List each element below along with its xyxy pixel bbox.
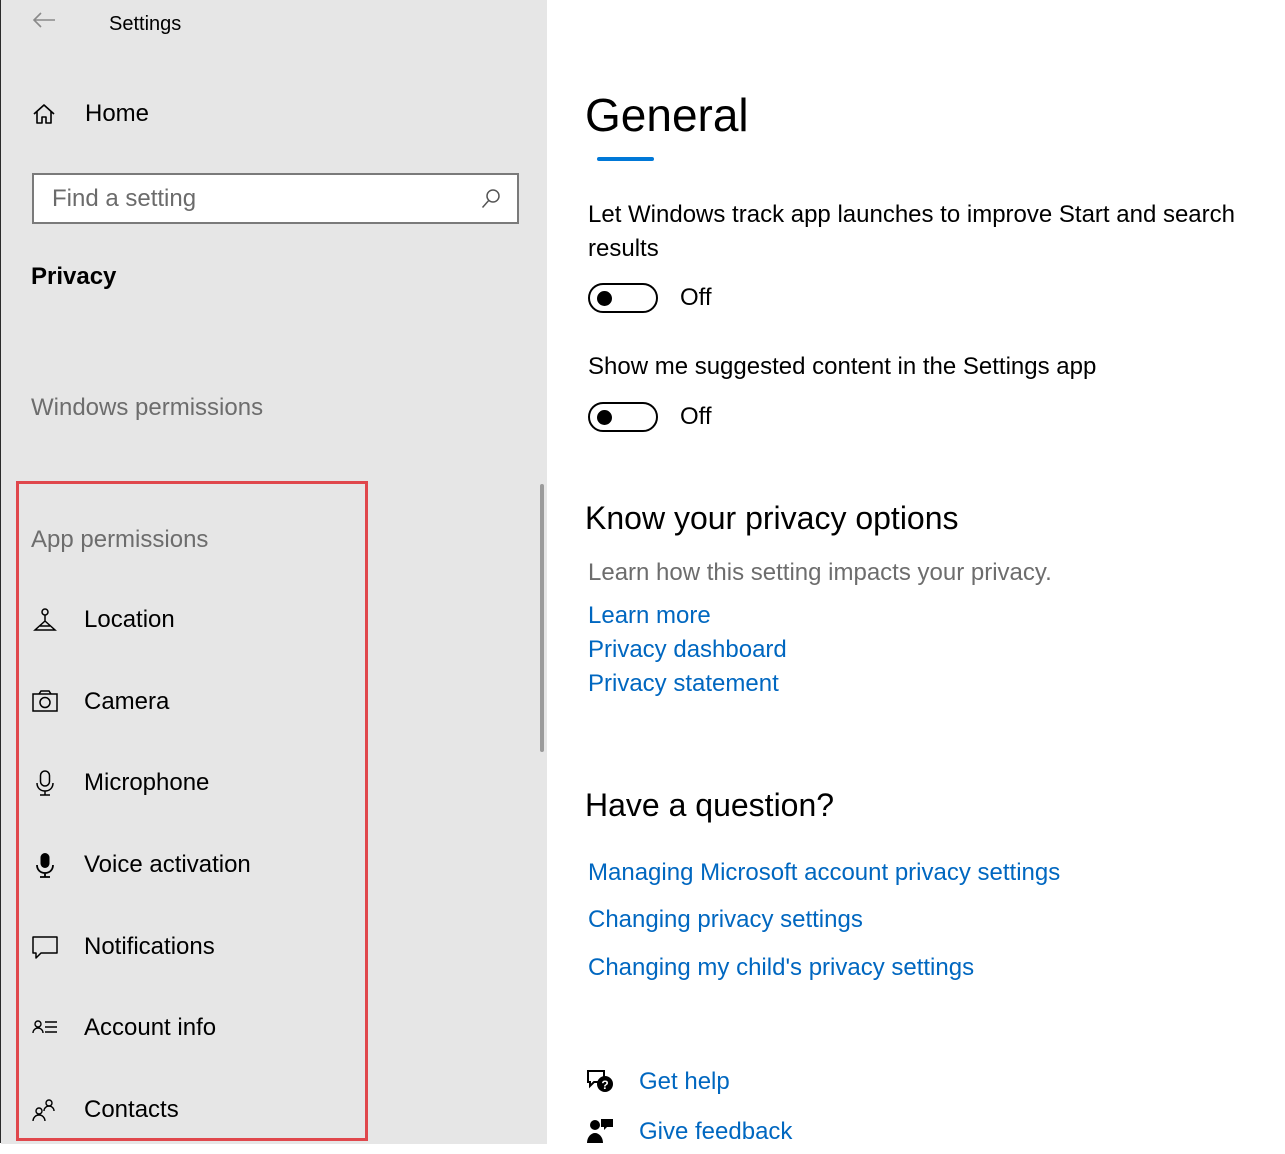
- main-content: General Let Windows track app launches t…: [547, 0, 1285, 1147]
- sidebar: Settings Home Privacy Windows permission…: [1, 0, 547, 1144]
- question-heading: Have a question?: [585, 787, 835, 823]
- app-permissions-label: App permissions: [31, 526, 209, 553]
- privacy-options-description: Learn how this setting impacts your priv…: [588, 559, 1052, 586]
- sidebar-item-notifications[interactable]: Notifications: [31, 927, 215, 967]
- setting-label-track-launches: Let Windows track app launches to improv…: [588, 201, 1235, 262]
- home-nav-item[interactable]: Home: [31, 100, 149, 128]
- location-icon: [31, 606, 59, 634]
- setting-label-suggested-content: Show me suggested content in the Setting…: [588, 353, 1097, 380]
- section-title: Privacy: [31, 263, 117, 290]
- svg-text:?: ?: [601, 1078, 608, 1092]
- account-info-icon: [31, 1014, 59, 1042]
- changing-privacy-settings-link[interactable]: Changing privacy settings: [588, 906, 863, 934]
- windows-permissions-label: Windows permissions: [31, 394, 264, 421]
- child-privacy-settings-link[interactable]: Changing my child's privacy settings: [588, 954, 974, 982]
- toggle-state: Off: [680, 284, 712, 311]
- app-title: Settings: [109, 13, 182, 35]
- sidebar-item-label: Contacts: [84, 1096, 179, 1123]
- toggle-suggested-content[interactable]: Off: [588, 402, 712, 432]
- sidebar-item-label: Location: [84, 606, 175, 633]
- page-title: General: [585, 89, 749, 141]
- search-box[interactable]: [32, 173, 519, 224]
- learn-more-link[interactable]: Learn more: [588, 602, 711, 630]
- sidebar-item-camera[interactable]: Camera: [31, 682, 169, 722]
- sidebar-item-label: Account info: [84, 1014, 217, 1041]
- toggle-switch[interactable]: [588, 283, 658, 313]
- sidebar-item-microphone[interactable]: Microphone: [31, 763, 209, 803]
- get-help-icon: ?: [585, 1067, 617, 1097]
- get-help-link[interactable]: ? Get help: [585, 1067, 730, 1097]
- give-feedback-label: Give feedback: [639, 1118, 793, 1145]
- toggle-state: Off: [680, 403, 712, 430]
- privacy-statement-link[interactable]: Privacy statement: [588, 670, 779, 698]
- search-icon[interactable]: [479, 187, 503, 211]
- sidebar-item-label: Camera: [84, 688, 170, 715]
- sidebar-item-location[interactable]: Location: [31, 600, 175, 640]
- sidebar-item-label: Voice activation: [84, 851, 251, 878]
- title-accent-bar: [597, 157, 654, 161]
- toggle-track-launches[interactable]: Off: [588, 283, 712, 313]
- give-feedback-icon: [585, 1117, 617, 1147]
- sidebar-item-label: Notifications: [84, 933, 215, 960]
- privacy-options-heading: Know your privacy options: [585, 500, 959, 536]
- toggle-knob: [597, 410, 612, 425]
- sidebar-item-account-info[interactable]: Account info: [31, 1008, 216, 1048]
- voice-activation-icon: [31, 851, 59, 879]
- sidebar-scrollbar[interactable]: [540, 484, 544, 752]
- home-icon: [33, 104, 55, 124]
- camera-icon: [31, 688, 59, 716]
- home-label: Home: [85, 100, 150, 127]
- sidebar-item-contacts[interactable]: Contacts: [31, 1090, 179, 1130]
- microphone-icon: [31, 769, 59, 797]
- notifications-icon: [31, 933, 59, 961]
- contacts-icon: [31, 1096, 59, 1124]
- managing-account-privacy-link[interactable]: Managing Microsoft account privacy setti…: [588, 859, 1060, 887]
- sidebar-item-voice-activation[interactable]: Voice activation: [31, 845, 251, 885]
- search-input[interactable]: [34, 183, 474, 214]
- get-help-label: Get help: [639, 1068, 730, 1095]
- sidebar-item-label: Microphone: [84, 769, 210, 796]
- title-bar: Settings: [1, 0, 547, 48]
- toggle-switch[interactable]: [588, 402, 658, 432]
- privacy-dashboard-link[interactable]: Privacy dashboard: [588, 636, 787, 664]
- toggle-knob: [597, 291, 612, 306]
- back-arrow-icon[interactable]: [31, 10, 57, 30]
- give-feedback-link[interactable]: Give feedback: [585, 1117, 792, 1147]
